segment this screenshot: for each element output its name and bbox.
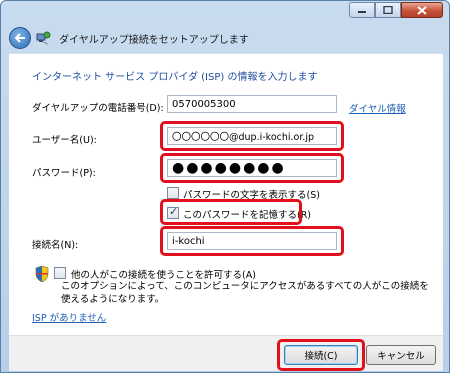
footer-bar: 接続(C) キャンセル bbox=[9, 335, 443, 371]
uac-shield-icon bbox=[35, 266, 49, 282]
connection-name-label: 接続名(N): bbox=[32, 240, 79, 251]
page-heading: インターネット サービス プロバイダ (ISP) の情報を入力します bbox=[32, 72, 318, 83]
cancel-button[interactable]: キャンセル bbox=[366, 345, 436, 365]
connect-highlight bbox=[277, 339, 365, 371]
password-label: パスワード(P): bbox=[32, 168, 96, 179]
network-wizard-icon bbox=[36, 31, 51, 45]
minimize-icon bbox=[358, 11, 366, 13]
nav-bar: ダイヤルアップ接続をセットアップします bbox=[5, 23, 445, 53]
minimize-button[interactable] bbox=[349, 2, 375, 18]
window-controls bbox=[349, 2, 443, 18]
remember-password-highlight bbox=[160, 199, 302, 225]
maximize-button[interactable] bbox=[375, 2, 401, 18]
close-icon bbox=[417, 5, 427, 15]
back-arrow-icon bbox=[14, 33, 25, 43]
connection-name-highlight bbox=[160, 226, 344, 256]
password-highlight bbox=[160, 153, 344, 183]
allow-others-label[interactable]: 他の人がこの接続を使うことを許可する(A) bbox=[71, 267, 256, 281]
back-button[interactable] bbox=[9, 27, 31, 49]
username-label: ユーザー名(U): bbox=[32, 135, 97, 146]
phone-label: ダイヤルアップの電話番号(D): bbox=[32, 103, 164, 114]
title-bar bbox=[1, 1, 449, 23]
maximize-icon bbox=[383, 6, 393, 14]
no-isp-link[interactable]: ISP がありません bbox=[32, 310, 106, 324]
wizard-title: ダイヤルアップ接続をセットアップします bbox=[59, 35, 249, 46]
close-button[interactable] bbox=[401, 2, 443, 18]
dialing-rules-link[interactable]: ダイヤル情報 bbox=[349, 101, 406, 115]
show-password-checkbox[interactable] bbox=[167, 187, 179, 199]
phone-input[interactable]: 0570005300 bbox=[167, 95, 337, 113]
wizard-window: ダイヤルアップ接続をセットアップします インターネット サービス プロバイダ (… bbox=[0, 0, 450, 373]
username-highlight bbox=[160, 121, 344, 151]
content-area: インターネット サービス プロバイダ (ISP) の情報を入力します ダイヤルア… bbox=[9, 53, 443, 335]
allow-others-checkbox[interactable] bbox=[54, 267, 66, 279]
allow-others-description: このオプションによって、このコンピュータにアクセスがあるすべての人がこの接続を使… bbox=[61, 281, 429, 305]
